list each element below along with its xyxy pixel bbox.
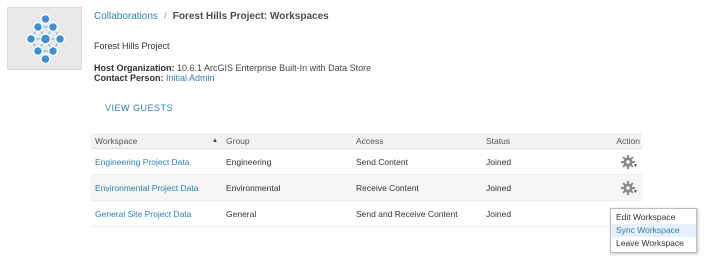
menu-item-leave-workspace[interactable]: Leave Workspace bbox=[611, 237, 696, 250]
workspace-link[interactable]: General Site Project Data bbox=[95, 209, 191, 219]
column-header-status[interactable]: Status bbox=[486, 136, 510, 146]
access-cell: Send Content bbox=[356, 156, 408, 167]
host-organization-label: Host Organization: bbox=[94, 63, 175, 73]
chevron-down-icon[interactable]: ▼ bbox=[633, 189, 638, 195]
column-header-action: Action bbox=[616, 135, 640, 146]
sort-ascending-icon[interactable]: ▲ bbox=[212, 138, 218, 144]
contact-person-link[interactable]: Initial Admin bbox=[166, 73, 215, 83]
project-name: Forest Hills Project bbox=[94, 41, 170, 51]
group-cell: Engineering bbox=[226, 156, 272, 167]
table-row: Engineering Project Data Engineering Sen… bbox=[91, 149, 642, 175]
page-title: Forest Hills Project: Workspaces bbox=[172, 11, 329, 22]
network-hexagon-icon bbox=[25, 13, 66, 65]
workspace-link[interactable]: Environmental Project Data bbox=[95, 183, 198, 193]
access-cell: Receive Content bbox=[356, 182, 419, 193]
workspace-link[interactable]: Engineering Project Data bbox=[95, 157, 190, 167]
status-cell: Joined bbox=[486, 208, 512, 219]
menu-item-edit-workspace[interactable]: Edit Workspace bbox=[611, 211, 696, 224]
access-cell: Send and Receive Content bbox=[356, 208, 458, 219]
column-header-access[interactable]: Access bbox=[356, 136, 383, 146]
breadcrumb-separator: / bbox=[163, 11, 167, 22]
workspaces-table: Workspace ▲ Group Access Status Action E… bbox=[91, 133, 642, 227]
collaboration-thumbnail bbox=[7, 7, 82, 70]
table-row: Environmental Project Data Environmental… bbox=[91, 175, 642, 201]
breadcrumb-collaborations-link[interactable]: Collaborations bbox=[94, 11, 158, 22]
column-header-group[interactable]: Group bbox=[226, 136, 250, 146]
menu-item-sync-workspace[interactable]: Sync Workspace bbox=[611, 224, 696, 237]
column-header-workspace[interactable]: Workspace bbox=[95, 136, 137, 146]
group-cell: General bbox=[226, 208, 257, 219]
contact-person-label: Contact Person: bbox=[94, 73, 164, 83]
table-row: General Site Project Data General Send a… bbox=[91, 201, 642, 227]
host-organization-value: 10.6.1 ArcGIS Enterprise Built-In with D… bbox=[177, 63, 372, 73]
table-header: Workspace ▲ Group Access Status Action bbox=[91, 133, 642, 149]
chevron-down-icon[interactable]: ▼ bbox=[633, 163, 638, 169]
action-dropdown-menu: Edit Workspace Sync Workspace Leave Work… bbox=[610, 208, 697, 253]
breadcrumb: Collaborations / Forest Hills Project: Wor… bbox=[94, 11, 329, 22]
group-cell: Environmental bbox=[226, 182, 281, 193]
view-guests-button[interactable]: VIEW GUESTS bbox=[105, 103, 173, 113]
contact-person: Contact Person: Initial Admin bbox=[94, 73, 215, 83]
host-organization: Host Organization: 10.6.1 ArcGIS Enterpr… bbox=[94, 63, 371, 73]
status-cell: Joined bbox=[486, 156, 512, 167]
status-cell: Joined bbox=[486, 182, 512, 193]
